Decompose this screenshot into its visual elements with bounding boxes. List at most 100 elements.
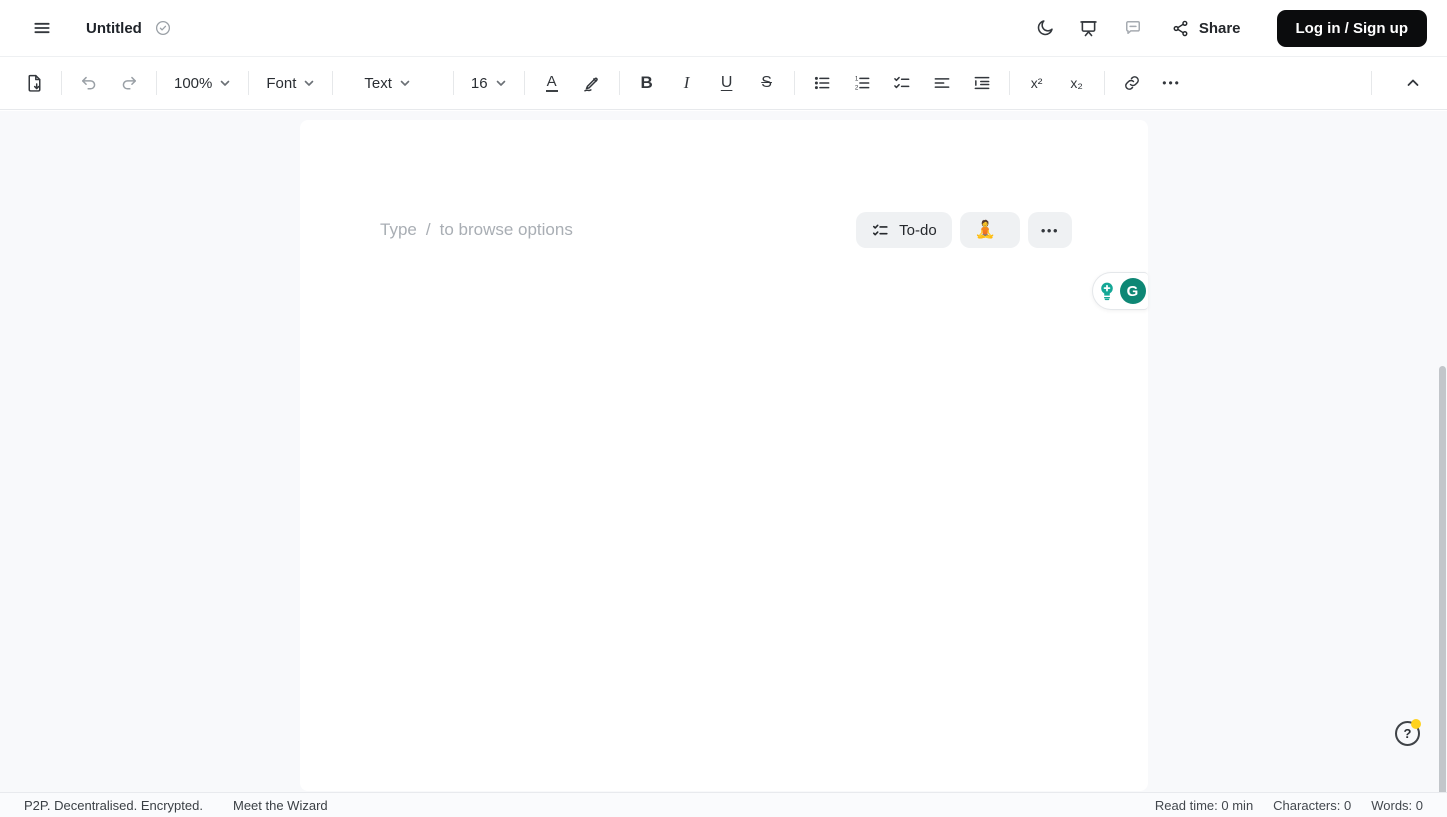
characters-stat: Characters: 0 — [1273, 797, 1352, 813]
checklist-button[interactable] — [882, 65, 922, 101]
toolbar-separator — [156, 71, 157, 95]
font-size-value: 16 — [470, 74, 488, 92]
menu-button[interactable] — [24, 10, 60, 46]
toolbar-separator — [523, 71, 525, 95]
share-icon — [1171, 19, 1190, 38]
placeholder-rest: to browse options — [439, 220, 573, 239]
toolbar-separator — [332, 71, 334, 95]
question-mark-icon: ? — [1403, 726, 1412, 741]
placeholder-slash: / — [425, 220, 431, 239]
toolbar-separator — [1008, 71, 1010, 95]
read-time-stat: Read time: 0 min — [1154, 797, 1254, 813]
subscript-button[interactable]: x₂ — [1057, 65, 1097, 101]
undo-button[interactable] — [69, 65, 109, 101]
chevron-down-icon — [399, 77, 411, 89]
align-left-icon — [932, 73, 952, 93]
checklist-icon — [892, 73, 912, 93]
redo-button[interactable] — [109, 65, 149, 101]
bold-button[interactable]: B — [627, 65, 667, 101]
underline-button[interactable]: U — [707, 65, 747, 101]
bullet-list-icon — [812, 73, 832, 93]
style-label: Text — [364, 74, 392, 92]
more-dots-icon: ••• — [1040, 222, 1059, 238]
font-label: Font — [266, 74, 297, 92]
document-download-icon — [24, 73, 45, 94]
zoom-value: 100% — [174, 74, 213, 92]
underline-icon: U — [720, 74, 733, 91]
chevron-down-icon — [303, 77, 315, 89]
toolbar-separator — [61, 71, 62, 95]
strikethrough-icon: S — [761, 74, 772, 91]
comment-bubble-icon — [1123, 18, 1143, 38]
todo-quick-button[interactable]: To-do — [856, 212, 952, 248]
hamburger-icon — [32, 18, 52, 38]
placeholder-type: Type — [380, 220, 417, 239]
highlight-button[interactable] — [572, 65, 612, 101]
formatting-toolbar: 100% Font Text 16 A B I U S 1 2 x² x₂ ••… — [0, 56, 1447, 110]
dark-mode-toggle[interactable] — [1027, 10, 1063, 46]
editor-background: Type / to browse options To-do 🧘 ••• G ? — [0, 111, 1447, 817]
superscript-icon: x² — [1030, 75, 1043, 91]
document-stats: Read time: 0 min Characters: 0 Words: 0 — [1155, 798, 1423, 813]
align-button[interactable] — [922, 65, 962, 101]
more-quick-button[interactable]: ••• — [1027, 212, 1072, 248]
bold-icon: B — [640, 73, 653, 92]
document-title[interactable]: Untitled — [86, 20, 142, 37]
meditation-emoji-icon: 🧘 — [974, 220, 996, 239]
notification-dot-badge — [1411, 719, 1421, 729]
subscript-icon: x₂ — [1070, 75, 1083, 91]
presentation-icon — [1078, 18, 1099, 39]
toolbar-more-button[interactable]: ••• — [1152, 65, 1192, 101]
font-size-dropdown[interactable]: 16 — [461, 65, 517, 101]
export-document-button[interactable] — [14, 65, 54, 101]
grammarly-widget[interactable]: G — [1092, 272, 1148, 310]
editor-placeholder[interactable]: Type / to browse options — [380, 220, 573, 240]
indent-icon — [972, 73, 992, 93]
tagline-text: P2P. Decentralised. Encrypted. — [24, 797, 203, 813]
breathe-quick-button[interactable]: 🧘 — [959, 212, 1020, 248]
chevron-up-icon — [1405, 75, 1421, 91]
checklist-icon — [871, 221, 890, 240]
svg-text:1: 1 — [854, 76, 858, 83]
grammarly-logo-icon: G — [1119, 278, 1146, 304]
first-line: Type / to browse options To-do 🧘 ••• — [300, 212, 1148, 248]
svg-text:2: 2 — [854, 85, 858, 92]
toolbar-separator — [452, 71, 454, 95]
toolbar-separator — [618, 71, 620, 95]
document-page[interactable]: Type / to browse options To-do 🧘 ••• G — [300, 120, 1148, 791]
login-signup-button[interactable]: Log in / Sign up — [1276, 9, 1427, 47]
paragraph-style-dropdown[interactable]: Text — [354, 65, 421, 101]
meet-the-wizard-link[interactable]: Meet the Wizard — [233, 798, 328, 813]
zoom-level-dropdown[interactable]: 100% — [164, 65, 241, 101]
highlighter-icon — [581, 73, 602, 94]
numbered-list-icon: 12 — [852, 73, 872, 93]
status-bar: P2P. Decentralised. Encrypted. Meet the … — [0, 792, 1447, 817]
help-button[interactable]: ? — [1395, 719, 1421, 746]
present-button[interactable] — [1071, 10, 1107, 46]
more-dots-icon: ••• — [1162, 76, 1181, 90]
share-button[interactable]: Share — [1159, 10, 1253, 46]
suggestion-bulb-icon — [1096, 280, 1118, 302]
toolbar-separator — [248, 71, 250, 95]
vertical-scrollbar-thumb[interactable] — [1439, 366, 1446, 817]
italic-button[interactable]: I — [667, 65, 707, 101]
words-stat: Words: 0 — [1371, 797, 1423, 813]
toolbar-separator — [1371, 71, 1372, 95]
saved-check-circle-icon — [154, 19, 172, 37]
chevron-down-icon — [495, 77, 507, 89]
topbar-actions: Share Log in / Sign up — [1027, 9, 1427, 47]
superscript-button[interactable]: x² — [1017, 65, 1057, 101]
undo-icon — [79, 73, 99, 93]
share-label: Share — [1198, 19, 1241, 37]
bullet-list-button[interactable] — [802, 65, 842, 101]
link-button[interactable] — [1112, 65, 1152, 101]
moon-icon — [1035, 18, 1055, 38]
strikethrough-button[interactable]: S — [747, 65, 787, 101]
indent-button[interactable] — [962, 65, 1002, 101]
font-family-dropdown[interactable]: Font — [256, 65, 325, 101]
collapse-toolbar-button[interactable] — [1393, 65, 1433, 101]
toolbar-separator — [793, 71, 795, 95]
numbered-list-button[interactable]: 12 — [842, 65, 882, 101]
comments-button[interactable] — [1115, 10, 1151, 46]
text-color-button[interactable]: A — [532, 65, 572, 101]
